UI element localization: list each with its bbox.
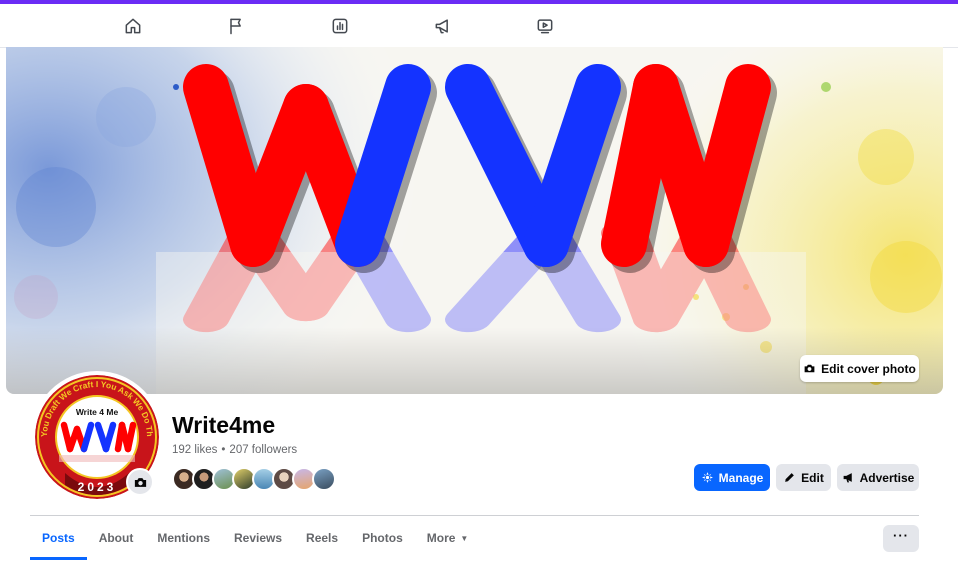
- megaphone-icon: [843, 473, 852, 483]
- video-icon[interactable]: [528, 12, 562, 40]
- avatar-top-text: Write 4 Me: [76, 407, 119, 417]
- tab-photos-label: Photos: [362, 531, 403, 545]
- top-navigation: [0, 4, 958, 48]
- home-icon[interactable]: [116, 12, 150, 40]
- chevron-down-icon: ▼: [460, 533, 469, 543]
- tab-photos[interactable]: Photos: [350, 516, 415, 560]
- insights-icon[interactable]: [323, 12, 357, 40]
- manage-icon: [701, 472, 713, 483]
- stats-separator: •: [221, 444, 226, 456]
- tab-mentions-label: Mentions: [157, 531, 211, 545]
- likes-count[interactable]: 192 likes: [172, 444, 217, 456]
- tab-about[interactable]: About: [87, 516, 146, 560]
- megaphone-icon[interactable]: [426, 12, 460, 40]
- ellipsis-icon: ···: [893, 528, 909, 543]
- edit-button[interactable]: Edit: [776, 464, 831, 491]
- tab-about-label: About: [98, 531, 134, 545]
- advertise-button[interactable]: Advertise: [837, 464, 919, 491]
- tab-more-label: More: [426, 531, 456, 545]
- follower-avatar[interactable]: [312, 467, 336, 491]
- tab-reels-label: Reels: [306, 531, 339, 545]
- edit-label: Edit: [801, 470, 824, 485]
- page-name[interactable]: Write4me: [172, 412, 275, 439]
- cover-photo: [6, 47, 943, 394]
- tab-reviews[interactable]: Reviews: [222, 516, 294, 560]
- tab-more[interactable]: More ▼: [415, 516, 481, 560]
- tab-reviews-label: Reviews: [234, 531, 283, 545]
- followers-count[interactable]: 207 followers: [229, 444, 297, 456]
- manage-button[interactable]: Manage: [694, 464, 770, 491]
- tab-posts-label: Posts: [42, 531, 75, 545]
- camera-icon: [134, 477, 146, 487]
- manage-label: Manage: [718, 470, 764, 485]
- page-tabs: Posts About Mentions Reviews Reels Photo…: [30, 516, 480, 560]
- tab-reels[interactable]: Reels: [294, 516, 350, 560]
- update-profile-picture-button[interactable]: [126, 468, 154, 496]
- advertise-label: Advertise: [859, 470, 915, 485]
- tab-posts[interactable]: Posts: [30, 516, 87, 560]
- avatar-year: 2023: [78, 480, 117, 494]
- tab-mentions[interactable]: Mentions: [145, 516, 222, 560]
- edit-cover-photo-button[interactable]: Edit cover photo: [800, 355, 919, 382]
- flag-icon[interactable]: [219, 12, 253, 40]
- pencil-icon: [785, 473, 794, 482]
- follower-avatars[interactable]: [172, 467, 336, 491]
- camera-icon: [804, 364, 815, 373]
- page-stats: 192 likes • 207 followers: [172, 444, 297, 456]
- edit-cover-photo-label: Edit cover photo: [821, 361, 916, 376]
- more-options-button[interactable]: ···: [883, 525, 919, 552]
